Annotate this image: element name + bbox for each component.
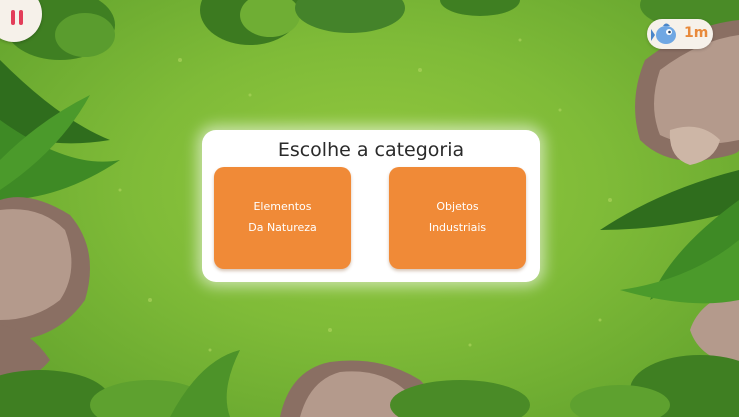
bottom-rock xyxy=(280,360,530,417)
category-button-industrial[interactable]: Objetos Industriais xyxy=(389,167,526,269)
category-label-line2: Da Natureza xyxy=(248,221,317,234)
top-bushes xyxy=(5,0,739,60)
pause-icon xyxy=(11,10,15,25)
category-button-nature[interactable]: Elementos Da Natureza xyxy=(214,167,351,269)
category-label-line1: Elementos xyxy=(253,200,312,213)
game-scene: 1m Escolhe a categoria Elementos Da Natu… xyxy=(0,0,739,417)
category-dialog: Escolhe a categoria Elementos Da Naturez… xyxy=(202,130,540,282)
timer-badge: 1m xyxy=(647,19,713,49)
category-label-line2: Industriais xyxy=(428,221,487,234)
pause-icon-bar xyxy=(19,10,23,25)
mascot-fish-icon xyxy=(651,23,676,44)
category-label-line1: Objetos xyxy=(436,200,479,213)
left-palm xyxy=(0,60,120,200)
right-palm xyxy=(570,170,739,417)
left-rock xyxy=(0,197,90,385)
timer-value: 1m xyxy=(684,25,709,41)
dialog-title: Escolhe a categoria xyxy=(277,139,465,161)
